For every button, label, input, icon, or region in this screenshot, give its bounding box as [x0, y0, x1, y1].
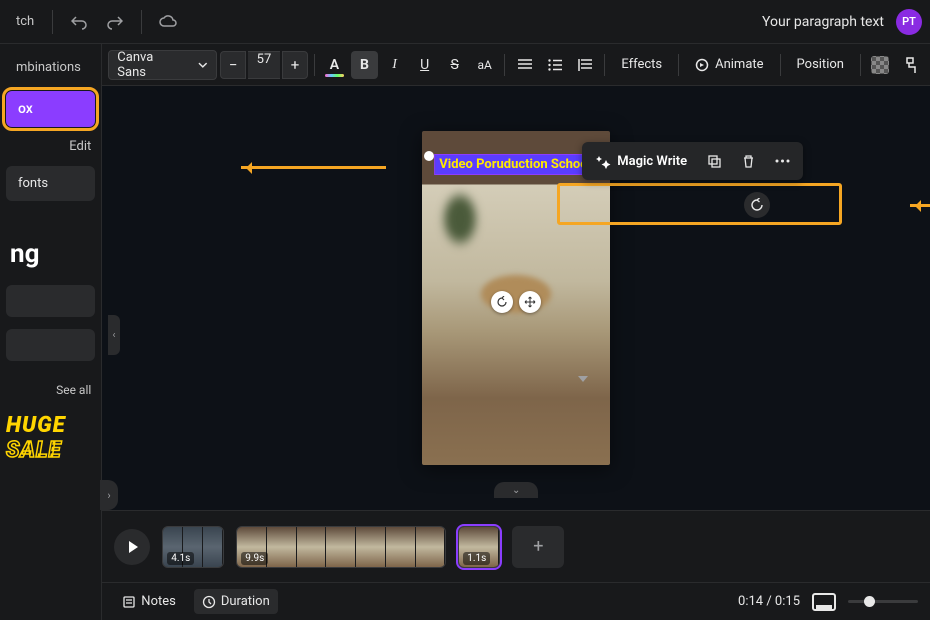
floating-toolbar: Magic Write — [582, 142, 803, 180]
timeline-clip-3[interactable]: 1.1s — [458, 526, 500, 568]
playhead-marker — [578, 376, 588, 382]
add-clip-button[interactable]: + — [512, 526, 564, 568]
view-toggle-button[interactable] — [812, 593, 836, 611]
play-icon — [129, 541, 138, 553]
text-color-button[interactable]: A — [321, 51, 348, 79]
bottom-bar: Notes Duration 0:14 / 0:15 — [102, 582, 930, 620]
clip-duration: 4.1s — [167, 552, 194, 565]
italic-button[interactable]: I — [381, 51, 408, 79]
timeline-clip-1[interactable]: 4.1s — [162, 526, 224, 568]
clip-duration: 1.1s — [463, 552, 490, 565]
transform-controls — [491, 291, 541, 313]
heading-preview[interactable]: ng — [0, 231, 101, 277]
spacing-button[interactable] — [571, 51, 598, 79]
underline-button[interactable]: U — [411, 51, 438, 79]
undo-button[interactable] — [63, 6, 95, 38]
more-options-button[interactable] — [769, 148, 795, 174]
strikethrough-button[interactable]: S — [441, 51, 468, 79]
edit-label[interactable]: Edit — [0, 135, 101, 158]
duration-button[interactable]: Duration — [194, 589, 278, 614]
fonts-item[interactable]: fonts — [6, 166, 95, 201]
timecode: 0:14 / 0:15 — [738, 594, 800, 609]
duplicate-button[interactable] — [701, 148, 727, 174]
font-size-group: − 57 + — [220, 51, 308, 79]
sidebar-collapse-tab[interactable]: ‹ — [108, 315, 120, 355]
rotate-handle[interactable] — [491, 291, 513, 313]
move-handle[interactable] — [519, 291, 541, 313]
huge-text: HUGE — [6, 413, 95, 438]
chevron-down-icon — [198, 62, 208, 68]
clip-duration: 9.9s — [241, 552, 268, 565]
regenerate-button[interactable] — [744, 192, 770, 218]
transparency-button[interactable] — [867, 51, 894, 79]
list-button[interactable] — [541, 51, 568, 79]
body-preview[interactable] — [6, 329, 95, 361]
combinations-tab[interactable]: mbinations — [6, 52, 95, 83]
cloud-sync-icon[interactable] — [152, 6, 184, 38]
delete-button[interactable] — [735, 148, 761, 174]
sidebar-next-chevron[interactable]: › — [100, 480, 118, 510]
magic-write-button[interactable]: Magic Write — [590, 150, 693, 173]
subheading-preview[interactable] — [6, 285, 95, 317]
font-size-input[interactable]: 57 — [248, 51, 280, 79]
increase-size-button[interactable]: + — [282, 51, 308, 79]
text-element[interactable]: Video Poruduction School — [435, 155, 597, 174]
decrease-size-button[interactable]: − — [220, 51, 246, 79]
switch-label[interactable]: tch — [8, 14, 42, 29]
font-family-select[interactable]: Canva Sans — [108, 50, 217, 80]
format-painter-button[interactable] — [897, 51, 924, 79]
notes-icon — [122, 595, 136, 609]
timeline-clip-2[interactable]: 9.9s — [236, 526, 446, 568]
template-huge-sale[interactable]: HUGE SALE — [0, 407, 101, 469]
effects-button[interactable]: Effects — [611, 51, 672, 79]
document-title[interactable]: Your paragraph text — [762, 14, 884, 30]
zoom-slider[interactable] — [848, 600, 918, 603]
bold-button[interactable]: B — [351, 51, 378, 79]
user-avatar[interactable]: PT — [896, 9, 922, 35]
play-button[interactable] — [114, 529, 150, 565]
add-textbox-button[interactable]: ox — [6, 91, 95, 127]
timeline: 4.1s 9.9s 1.1s + — [102, 510, 930, 582]
page-expand-chevron[interactable]: ⌄ — [494, 482, 538, 498]
animate-icon — [695, 58, 709, 72]
sale-text: SALE — [6, 438, 95, 463]
text-case-button[interactable]: aA — [471, 51, 498, 79]
sparkle-icon — [596, 154, 611, 169]
animate-button[interactable]: Animate — [685, 51, 773, 79]
position-button[interactable]: Position — [787, 51, 854, 79]
notes-button[interactable]: Notes — [114, 589, 184, 614]
canvas[interactable]: Video Poruduction School ⌄ — [102, 86, 930, 510]
font-name: Canva Sans — [117, 50, 182, 80]
top-bar: tch Your paragraph text PT — [0, 0, 930, 44]
text-toolbar: Canva Sans − 57 + A B I U S aA Effects — [102, 44, 930, 86]
see-all-link[interactable]: See all — [0, 377, 101, 403]
annotation-arrow-right — [910, 204, 930, 207]
redo-button[interactable] — [99, 6, 131, 38]
annotation-arrow-left — [241, 166, 386, 169]
clock-icon — [202, 595, 216, 609]
sidebar: mbinations ox Edit fonts ng See all HUGE… — [0, 44, 102, 620]
transparency-icon — [871, 56, 889, 74]
align-button[interactable] — [511, 51, 538, 79]
